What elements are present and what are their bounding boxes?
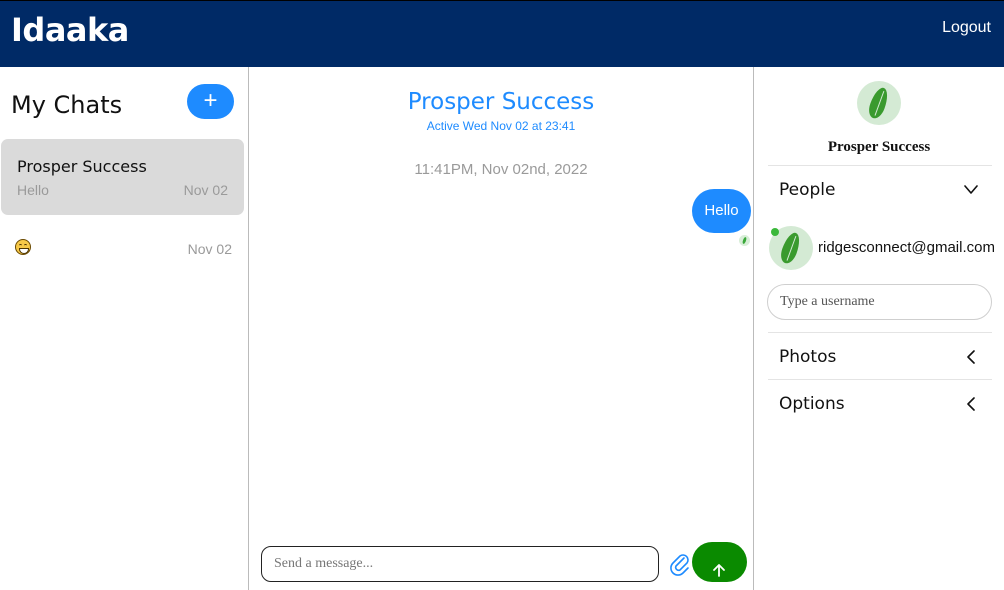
online-status-dot — [771, 228, 779, 236]
divider — [768, 379, 992, 380]
chat-item[interactable]: Nov 02 — [1, 229, 244, 269]
message-input[interactable] — [261, 546, 659, 582]
member-email: ridgesconnect@gmail.com — [818, 239, 995, 256]
section-people[interactable]: People — [779, 180, 835, 200]
chat-item-date: Nov 02 — [183, 182, 228, 198]
chevron-down-icon[interactable] — [964, 185, 978, 195]
conversation-title: Prosper Success — [407, 89, 595, 115]
section-options[interactable]: Options — [779, 394, 845, 414]
paperclip-icon[interactable] — [670, 552, 690, 576]
chat-item-name: Prosper Success — [17, 157, 147, 176]
send-button[interactable] — [692, 542, 747, 582]
contact-avatar — [857, 81, 901, 125]
username-input[interactable] — [767, 284, 992, 320]
chevron-left-icon[interactable] — [966, 350, 976, 364]
leaf-icon — [777, 230, 804, 266]
section-photos[interactable]: Photos — [779, 347, 836, 367]
logout-button[interactable]: Logout — [942, 19, 991, 37]
chat-list-title: My Chats — [11, 91, 123, 119]
chevron-left-icon[interactable] — [966, 397, 976, 411]
chat-item-active[interactable]: Prosper Success Hello Nov 02 — [1, 139, 244, 215]
arrow-up-icon — [713, 564, 725, 577]
details-panel: Prosper Success People ridgesconnect@gma… — [754, 67, 1004, 590]
new-chat-button[interactable]: + — [187, 84, 234, 119]
contact-name: Prosper Success — [827, 139, 931, 155]
app-logo: Idaaka — [11, 11, 129, 49]
leaf-icon — [865, 85, 892, 121]
seen-avatar-icon — [739, 235, 750, 246]
chat-list-panel: My Chats + Prosper Success Hello Nov 02 … — [0, 67, 249, 590]
top-bar: Idaaka Logout — [0, 0, 1004, 67]
message-bubble-outgoing: Hello — [692, 189, 751, 233]
conversation-status: Active Wed Nov 02 at 23:41 — [426, 119, 576, 133]
divider — [768, 165, 992, 166]
chat-item-date: Nov 02 — [187, 241, 232, 257]
chat-item-preview: Hello — [17, 182, 49, 198]
conversation-panel: Prosper Success Active Wed Nov 02 at 23:… — [249, 67, 754, 590]
divider — [768, 332, 992, 333]
grinning-emoji-icon — [15, 239, 31, 255]
message-timestamp: 11:41PM, Nov 02nd, 2022 — [414, 161, 588, 178]
